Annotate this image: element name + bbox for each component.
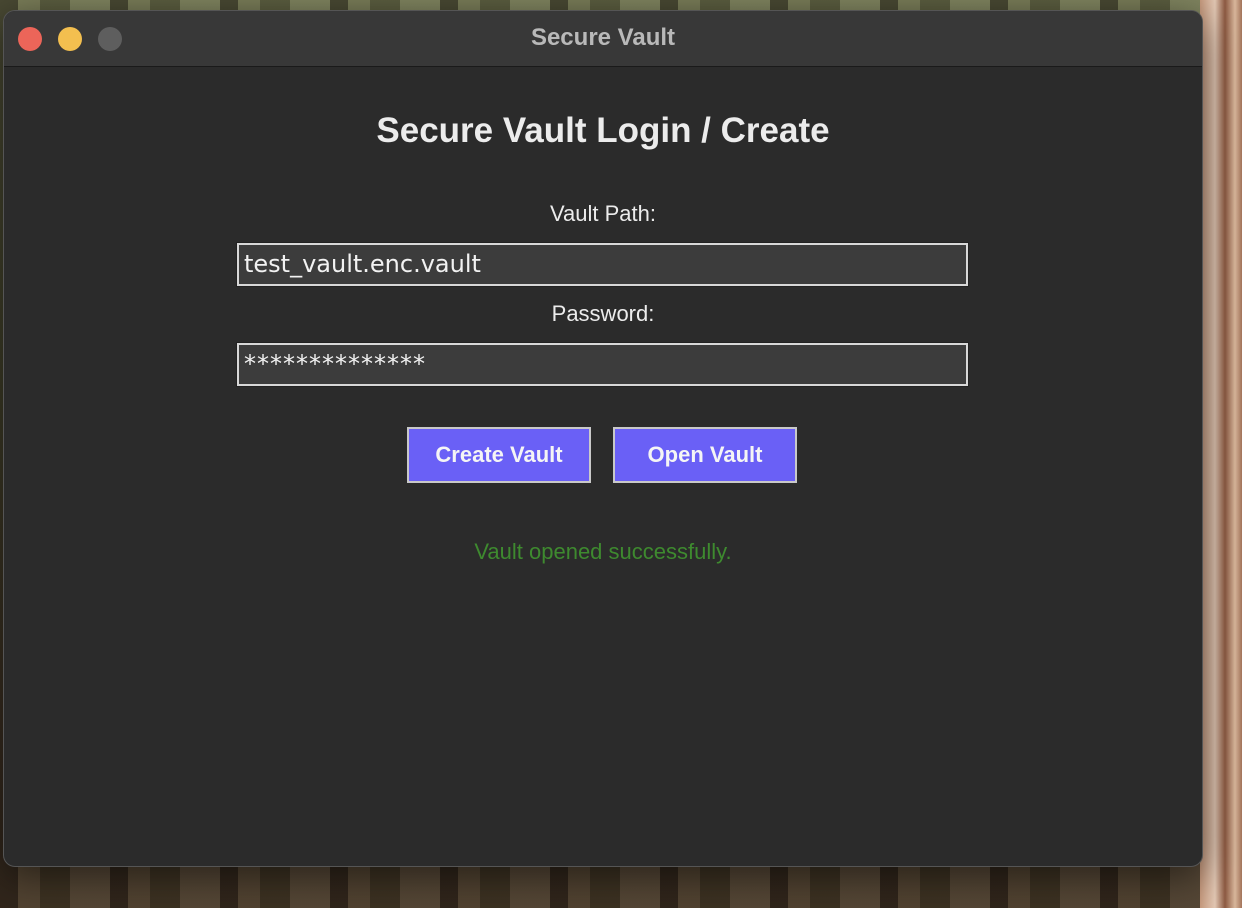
password-input[interactable]: ************** (236, 342, 969, 387)
open-vault-button[interactable]: Open Vault (613, 427, 797, 483)
title-bar: Secure Vault (4, 11, 1202, 67)
secure-vault-window: Secure Vault Secure Vault Login / Create… (3, 10, 1203, 867)
password-label: Password: (551, 301, 655, 326)
page-title: Secure Vault Login / Create (376, 111, 830, 150)
vault-path-input[interactable]: test_vault.enc.vault (236, 242, 969, 287)
status-message: Vault opened successfully. (474, 539, 732, 564)
login-form: Secure Vault Login / Create Vault Path: … (4, 67, 1202, 866)
window-title: Secure Vault (530, 24, 676, 51)
create-vault-button[interactable]: Create Vault (407, 427, 591, 483)
vault-path-label: Vault Path: (550, 201, 656, 226)
